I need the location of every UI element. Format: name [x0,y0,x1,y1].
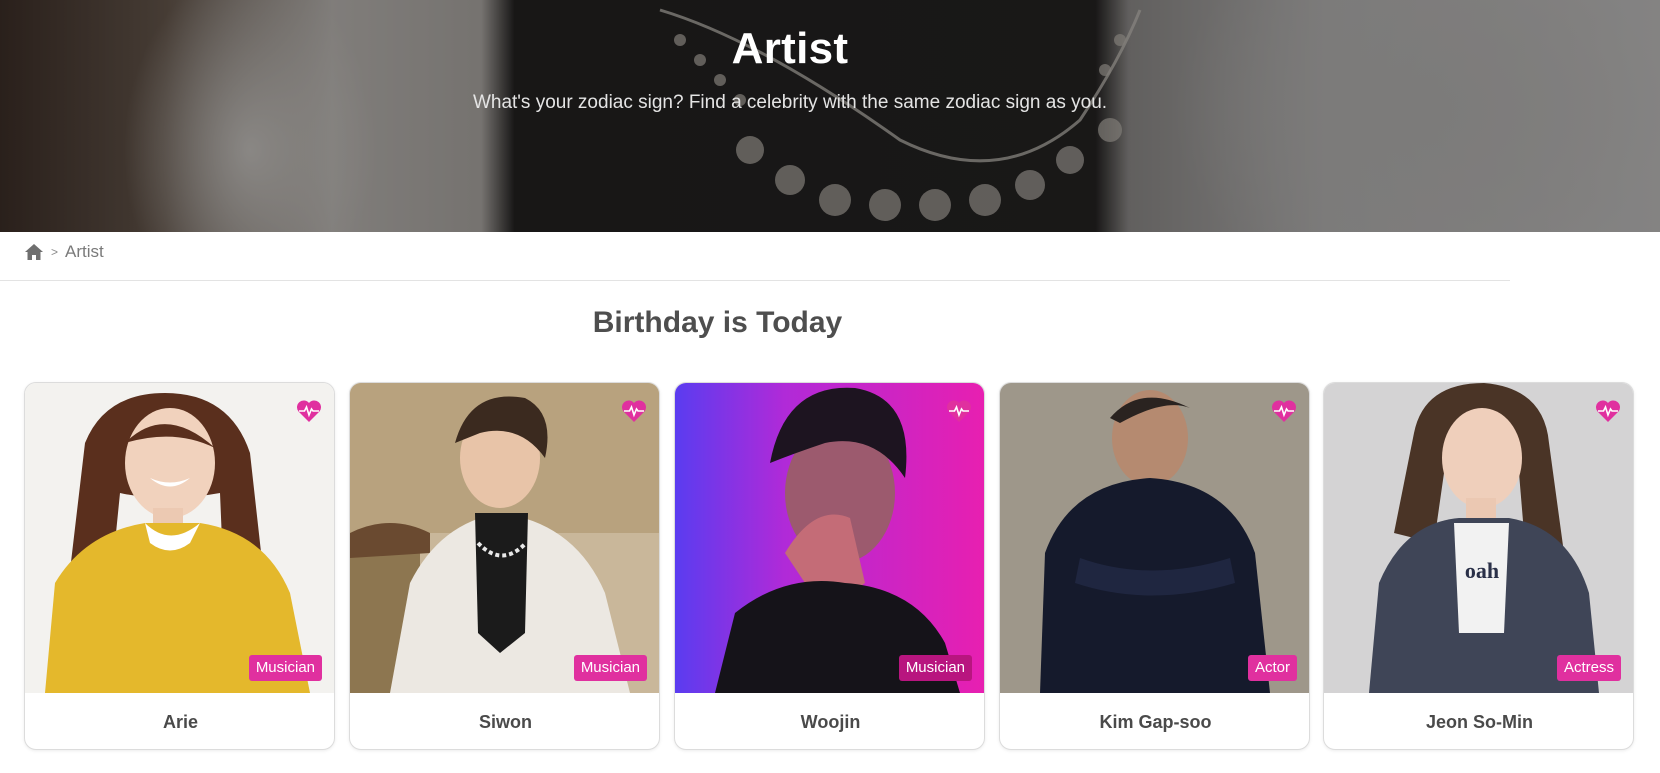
artist-name[interactable]: Arie [25,693,334,749]
artist-name[interactable]: Jeon So-Min [1324,693,1633,749]
category-badge: Musician [573,655,647,681]
breadcrumb: > Artist [24,240,104,264]
section-title: Birthday is Today [592,306,843,339]
artist-card[interactable]: Musician Arie [24,382,335,750]
category-badge: Musician [898,655,972,681]
artist-card[interactable]: Musician Siwon [349,382,660,750]
heart-pulse-icon[interactable] [296,399,322,423]
artist-photo[interactable]: oah [1324,383,1633,693]
page-title: Artist [731,24,849,73]
artist-name[interactable]: Woojin [675,693,984,749]
artist-photo[interactable] [25,383,334,693]
artist-card[interactable]: Musician Woojin [674,382,985,750]
artist-card[interactable]: oah Actress Jeon So-Min [1323,382,1634,750]
page-subtitle: What's your zodiac sign? Find a celebrit… [472,92,1108,113]
category-badge: Actor [1247,655,1297,681]
category-badge: Actress [1556,655,1621,681]
artist-name[interactable]: Kim Gap-soo [1000,693,1309,749]
heart-pulse-icon[interactable] [1271,399,1297,423]
artist-card-list: Musician Arie Musician Siwon Musician Wo… [24,382,1636,752]
heart-pulse-icon[interactable] [1595,399,1621,423]
category-badge: Musician [248,655,322,681]
heart-pulse-icon[interactable] [621,399,647,423]
artist-name[interactable]: Siwon [350,693,659,749]
hero-banner: Artist What's your zodiac sign? Find a c… [0,0,1660,232]
heart-pulse-icon[interactable] [946,399,972,423]
breadcrumb-current: Artist [65,242,104,261]
home-icon[interactable] [24,243,44,261]
artist-photo[interactable] [1000,383,1309,693]
artist-card[interactable]: Actor Kim Gap-soo [999,382,1310,750]
artist-photo[interactable] [350,383,659,693]
divider [0,280,1510,281]
artist-photo[interactable] [675,383,984,693]
breadcrumb-separator: > [51,245,59,259]
svg-text:oah: oah [1465,558,1499,583]
